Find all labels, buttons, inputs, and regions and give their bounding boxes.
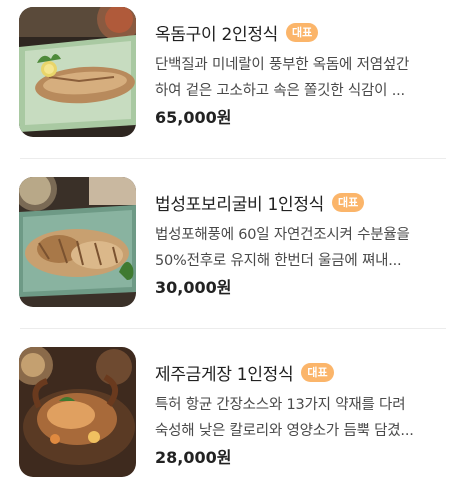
description-line: 50%전후로 유지해 한번더 울금에 쪄내... [155, 253, 402, 269]
description-line: 하여 겉은 고소하고 속은 쫄깃한 식감이 ... [155, 83, 405, 99]
soy-marinated-crab-photo [19, 347, 136, 477]
signature-badge: 대표 [301, 362, 334, 382]
menu-item-title: 옥돔구이 2인정식 [155, 24, 278, 45]
description-line: 법성포해풍에 60일 자연건조시켜 수분율을 [155, 227, 410, 243]
grilled-tilefish-photo [19, 7, 136, 137]
menu-item-image [19, 7, 136, 137]
dried-yellow-croaker-photo [19, 177, 136, 307]
title-row: 옥돔구이 2인정식 대표 [155, 20, 319, 45]
menu-item-description: 단백질과 미네랄이 풍부한 옥돔에 저염섶간 하여 겉은 고소하고 속은 쫄깃한… [155, 52, 450, 104]
divider [20, 328, 446, 329]
menu-item-image [19, 347, 136, 477]
menu-item-description: 특허 항균 간장소스와 13가지 약재를 다려 숙성해 낮은 칼로리와 영양소가… [155, 392, 450, 444]
menu-item-price: 28,000원 [155, 448, 232, 467]
menu-item-image [19, 177, 136, 307]
menu-list: 옥돔구이 2인정식 대표 단백질과 미네랄이 풍부한 옥돔에 저염섶간 하여 겉… [0, 0, 466, 497]
title-row: 법성포보리굴비 1인정식 대표 [155, 190, 365, 215]
signature-badge: 대표 [332, 192, 365, 212]
menu-item-price: 30,000원 [155, 278, 232, 297]
divider [20, 158, 446, 159]
menu-item-price: 65,000원 [155, 108, 232, 127]
title-row: 제주금게장 1인정식 대표 [155, 360, 334, 385]
menu-item-title: 법성포보리굴비 1인정식 [155, 194, 325, 215]
signature-badge: 대표 [286, 22, 319, 42]
description-line: 숙성해 낮은 칼로리와 영양소가 듬뿍 담겼... [155, 423, 414, 439]
menu-item-grilled-tilefish[interactable]: 옥돔구이 2인정식 대표 단백질과 미네랄이 풍부한 옥돔에 저염섶간 하여 겉… [0, 0, 466, 150]
menu-item-description: 법성포해풍에 60일 자연건조시켜 수분율을 50%전후로 유지해 한번더 울금… [155, 222, 450, 274]
description-line: 특허 항균 간장소스와 13가지 약재를 다려 [155, 397, 406, 413]
menu-item-soy-crab[interactable]: 제주금게장 1인정식 대표 특허 항균 간장소스와 13가지 약재를 다려 숙성… [0, 340, 466, 490]
menu-item-dried-croaker[interactable]: 법성포보리굴비 1인정식 대표 법성포해풍에 60일 자연건조시켜 수분율을 5… [0, 170, 466, 320]
menu-item-title: 제주금게장 1인정식 [155, 364, 294, 385]
description-line: 단백질과 미네랄이 풍부한 옥돔에 저염섶간 [155, 57, 410, 73]
